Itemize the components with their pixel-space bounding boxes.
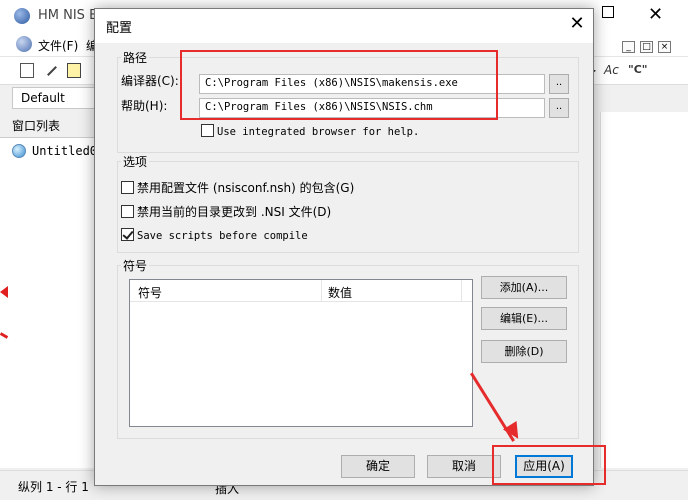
option-label: 禁用当前的目录更改到 .NSI 文件(D) <box>137 205 332 219</box>
checkbox-box[interactable] <box>121 205 134 218</box>
new-file-icon[interactable] <box>20 63 34 78</box>
cancel-button[interactable]: 取消 <box>427 455 501 478</box>
status-position: 纵列 1 - 行 1 <box>18 480 89 494</box>
annotation-highlight-paths <box>180 50 498 120</box>
window-list-item-label: Untitled0 <box>32 144 98 158</box>
option-label: 禁用配置文件 (nsisconf.nsh) 的包含(G) <box>137 181 355 195</box>
checkbox-box[interactable] <box>121 181 134 194</box>
dialog-title: 配置 <box>106 21 133 36</box>
editor-area[interactable] <box>600 112 688 468</box>
symbols-list[interactable]: 符号 数值 <box>129 279 473 427</box>
help-label: 帮助(H): <box>121 99 168 113</box>
font-combo[interactable]: Default <box>12 87 98 109</box>
ok-button[interactable]: 确定 <box>341 455 415 478</box>
integrated-browser-checkbox[interactable]: Use integrated browser for help. <box>201 124 419 138</box>
symbols-list-header: 符号 数值 <box>130 280 472 302</box>
quote-string-icon[interactable]: "C" <box>628 63 650 78</box>
mdi-controls: _ □ × <box>622 38 676 53</box>
paths-group-label: 路径 <box>121 49 150 66</box>
annotation-arrow <box>0 286 8 298</box>
app-globe-icon <box>14 8 30 24</box>
maximize-icon[interactable] <box>602 6 614 18</box>
window-list-panel: 窗口列表 Untitled0 <box>0 112 97 468</box>
mdi-close-icon[interactable]: × <box>658 41 671 53</box>
column-header-value[interactable]: 数值 <box>328 284 352 301</box>
integrated-browser-label: Use integrated browser for help. <box>217 126 420 138</box>
option-label: Save scripts before compile <box>137 230 308 242</box>
add-symbol-button[interactable]: 添加(A)... <box>481 276 567 299</box>
delete-symbol-button[interactable]: 删除(D) <box>481 340 567 363</box>
symbols-group-label: 符号 <box>121 257 150 274</box>
document-globe-icon <box>12 144 26 158</box>
option-save-before-compile[interactable]: Save scripts before compile <box>121 228 308 242</box>
document-globe-icon[interactable] <box>16 36 32 52</box>
dialog-titlebar: 配置 ✕ <box>95 9 593 43</box>
window-list-item[interactable]: Untitled0 <box>12 144 97 158</box>
annotation-highlight-apply <box>492 445 606 485</box>
toolbar-right-area <box>590 86 688 110</box>
menu-file[interactable]: 文件(F) <box>38 37 78 54</box>
text-format-icon[interactable]: Ac <box>604 63 624 78</box>
options-group-label: 选项 <box>121 153 150 170</box>
mdi-restore-icon[interactable]: □ <box>640 41 653 53</box>
checkbox-box[interactable] <box>121 228 134 241</box>
close-icon[interactable]: ✕ <box>567 15 587 35</box>
window-list-title: 窗口列表 <box>0 112 96 138</box>
option-disable-dir-change[interactable]: 禁用当前的目录更改到 .NSI 文件(D) <box>121 203 331 220</box>
help-browse-button[interactable]: .. <box>549 98 569 118</box>
column-header-symbol[interactable]: 符号 <box>138 284 162 301</box>
mdi-minimize-icon[interactable]: _ <box>622 41 635 53</box>
edit-symbol-button[interactable]: 编辑(E)... <box>481 307 567 330</box>
wizard-wand-icon[interactable] <box>44 63 58 78</box>
notes-icon[interactable] <box>67 63 81 78</box>
close-icon[interactable]: ✕ <box>648 4 663 25</box>
checkbox-box[interactable] <box>201 124 214 137</box>
column-divider[interactable] <box>321 280 322 302</box>
compiler-label: 编译器(C): <box>121 74 179 88</box>
column-divider[interactable] <box>461 280 462 302</box>
compiler-browse-button[interactable]: .. <box>549 74 569 94</box>
option-disable-nsisconf[interactable]: 禁用配置文件 (nsisconf.nsh) 的包含(G) <box>121 179 354 196</box>
